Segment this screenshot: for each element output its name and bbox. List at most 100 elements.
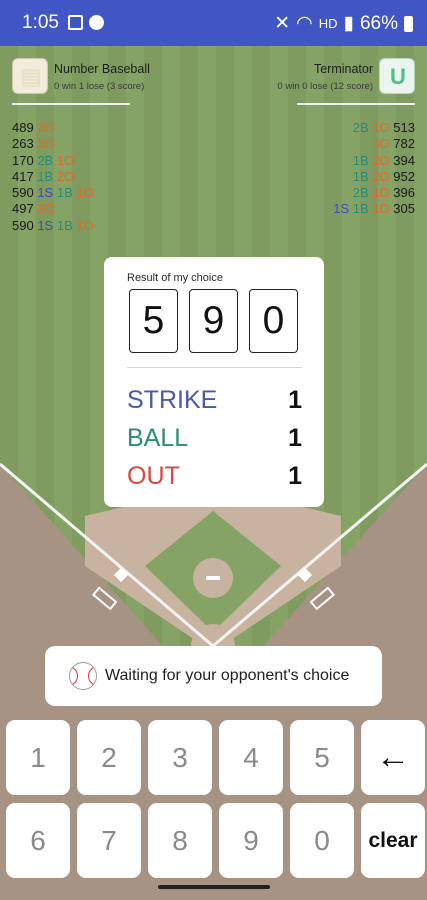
battery-level: 66% (359, 12, 398, 34)
out-label: OUT (127, 462, 180, 490)
status-right-group: ✕ ◠ HD ▮ 66% (274, 12, 413, 35)
gesture-nav-bar[interactable] (158, 885, 270, 889)
digit-key-9[interactable]: 9 (219, 803, 283, 878)
guess-result-token: 3O (37, 136, 55, 152)
guess-number: 394 (393, 152, 415, 168)
guess-result-token: 3O (37, 201, 55, 217)
guess-number: 590 (12, 217, 34, 233)
status-bar: 1:05 ✕ ◠ HD ▮ 66% (0, 0, 427, 46)
guess-number: 489 (12, 120, 34, 135)
history-row: 1B 2O 952 (333, 169, 415, 185)
guess-result-token: 2B (352, 185, 369, 201)
guess-number: 417 (12, 168, 34, 184)
guess-result-token: 3O (37, 120, 55, 135)
guess-result-token: 2O (372, 152, 390, 168)
out-row: OUT 1 (127, 462, 302, 496)
battery-icon (404, 15, 413, 32)
ball-row: BALL 1 (127, 424, 302, 458)
history-row: 590 1S 1B 1O (12, 218, 94, 234)
guess-result-token: 2B (37, 152, 54, 168)
guess-result-token: 1O (372, 120, 390, 135)
network-type: HD (318, 16, 338, 31)
guess-result-token: 1B (37, 168, 54, 184)
guess-number: 263 (12, 136, 34, 152)
result-digit-1: 5 (129, 289, 178, 353)
out-value: 1 (288, 462, 302, 490)
guess-result-token: 1S (333, 201, 350, 217)
digit-key-8[interactable]: 8 (148, 803, 212, 878)
guess-result-token: 1B (56, 185, 73, 201)
opponent-name: Terminator (313, 62, 373, 76)
waiting-banner: Waiting for your opponent's choice (45, 646, 382, 706)
digit-key-5[interactable]: 5 (290, 720, 354, 795)
signal-icon: ▮ (343, 13, 354, 34)
guess-result-token: 1S (37, 185, 54, 201)
ball-label: BALL (127, 424, 189, 452)
digit-key-2[interactable]: 2 (77, 720, 141, 795)
guess-result-token: 2O (56, 168, 75, 184)
mute-icon: ✕ (274, 13, 291, 34)
strike-label: STRIKE (127, 386, 218, 414)
guess-result-token: 1B (352, 152, 369, 168)
green-u-icon: U (390, 64, 406, 89)
opponent-underline (297, 103, 415, 105)
strike-value: 1 (288, 386, 302, 414)
player-underline (12, 103, 130, 105)
digit-key-7[interactable]: 7 (77, 803, 141, 878)
notification-icons (68, 15, 104, 30)
baseball-icon (69, 662, 97, 690)
waiting-text: Waiting for your opponent's choice (105, 667, 350, 684)
result-card: Result of my choice 5 9 0 STRIKE 1 BALL … (104, 257, 324, 507)
result-title: Result of my choice (127, 272, 223, 284)
cream-block-icon: ▤ (20, 64, 42, 89)
history-row: 170 2B 1O (12, 153, 94, 169)
result-digit-2: 9 (189, 289, 238, 353)
guess-result-token: 1S (37, 217, 54, 233)
player-record: 0 win 1 lose (3 score) (54, 81, 145, 92)
guess-number: 497 (12, 201, 34, 217)
my-guess-history: 489 3O 263 3O 170 2B 1O 417 1B 2O 590 1S 1B … (12, 120, 94, 234)
history-row: 2B 1O 513 (333, 120, 415, 136)
digit-key-3[interactable]: 3 (148, 720, 212, 795)
history-row: 263 3O (12, 136, 94, 152)
guess-result-token: 1B (56, 217, 73, 233)
guess-result-token: 1O (372, 185, 390, 201)
guess-number: 590 (12, 185, 34, 201)
opponent-record: 0 win 0 lose (12 score) (277, 81, 373, 92)
strike-row: STRIKE 1 (127, 386, 302, 420)
player-avatar: ▤ (12, 58, 48, 94)
clear-key[interactable]: clear (361, 803, 425, 878)
card-divider (127, 367, 302, 368)
history-row: 417 1B 2O (12, 169, 94, 185)
history-row: 1B 2O 394 (333, 153, 415, 169)
opponent-avatar: U (379, 58, 415, 94)
opponent-guess-history: 2B 1O 513 3O 782 1B 2O 394 1B 2O 952 2B 1O 3… (333, 120, 415, 218)
guess-number: 170 (12, 152, 34, 168)
history-row: 1S 1B 1O 305 (333, 201, 415, 217)
digit-key-6[interactable]: 6 (6, 803, 70, 878)
history-row: 2B 1O 396 (333, 185, 415, 201)
result-digit-3: 0 (249, 289, 298, 353)
wifi-icon: ◠ (296, 13, 313, 34)
guess-result-token: 1O (372, 201, 390, 217)
digit-key-1[interactable]: 1 (6, 720, 70, 795)
guess-result-token: 1O (76, 185, 94, 201)
player-name: Number Baseball (54, 62, 150, 76)
backspace-key[interactable]: ← (361, 720, 425, 795)
history-row: 497 3O (12, 201, 94, 217)
guess-result-token: 3O (372, 136, 390, 152)
app-notification-icon (89, 15, 104, 30)
guess-result-token: 1O (76, 217, 94, 233)
ball-value: 1 (288, 424, 302, 452)
digit-key-0[interactable]: 0 (290, 803, 354, 878)
guess-result-token: 1B (352, 168, 369, 184)
guess-number: 396 (393, 185, 415, 201)
guess-result-token: 1B (352, 201, 369, 217)
history-row: 3O 782 (333, 136, 415, 152)
status-time: 1:05 (22, 12, 59, 33)
guess-result-token: 2O (372, 168, 390, 184)
guess-number: 513 (393, 120, 415, 135)
digit-key-4[interactable]: 4 (219, 720, 283, 795)
guess-number: 782 (393, 136, 415, 152)
gallery-icon (68, 15, 83, 30)
